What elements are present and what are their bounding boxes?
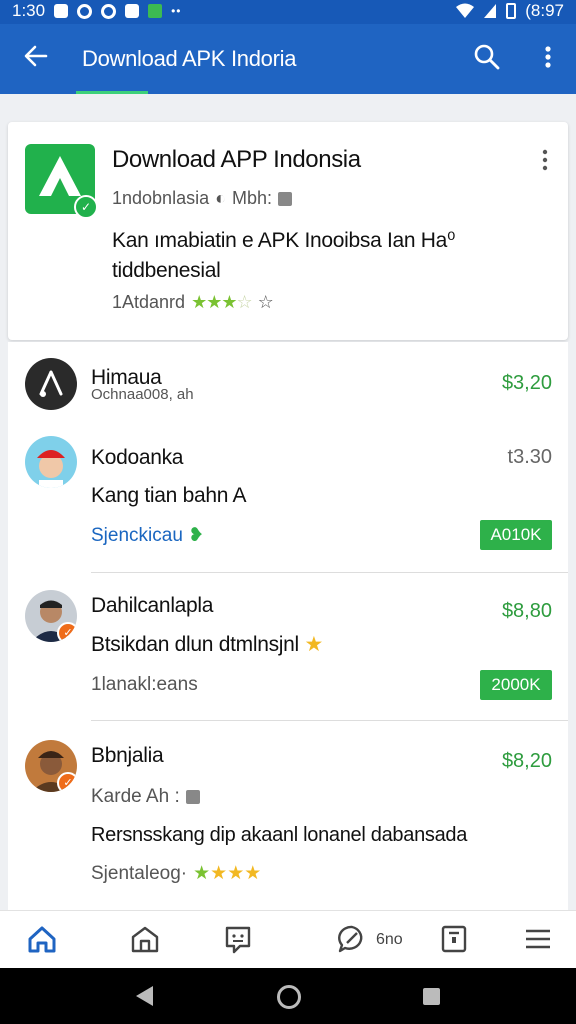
price: $8,80 [501,600,552,622]
star-icon: ★ [304,633,323,656]
signal-icon [484,4,497,18]
reviewer-subtitle: Ochnaa008, ah [91,386,194,403]
chat-icon[interactable] [336,923,368,955]
bottom-navigation: 6no [0,910,576,969]
app-bar: Download APK Indoria [0,24,576,94]
more-notifications-icon: •• [171,4,182,18]
avatar-dark-logo [25,358,77,410]
app-name: Download APP Indonsia [112,146,361,173]
review-link-label: Sjenckicau [91,525,183,546]
divider [91,572,568,573]
divider [91,720,568,721]
notification-ring-icon [101,3,117,19]
rating-stars-icon: ★★★☆ [191,292,253,312]
notification-image-icon [54,4,69,18]
review-meta-left: Karde Ah : [91,786,180,807]
rating-stars-icon: ★★★★ [193,863,262,884]
price: $8,20 [501,750,552,772]
system-navigation-bar [0,968,576,1024]
status-time: 1:30 [12,1,46,20]
app-meta: 1ndobnlasia ◐ Mbh: [112,188,292,209]
chat-label: 6no [376,931,403,948]
review-link[interactable]: Sjenckicau ❥ [91,524,204,547]
app-description: Kan ımabiatin e APK Inooibsa Ian Ha⁰ tid… [112,229,456,282]
bookmark-icon[interactable] [438,923,470,955]
list-item[interactable]: Himaua Ochnaa008, ah $3,20 [8,342,568,422]
meta-image-icon [185,790,200,804]
review-text: Kang tian bahn A [91,484,247,507]
verified-check-icon: ✓ [74,195,98,219]
reviewer-name: Bbnjalia [91,744,164,767]
more-vert-icon[interactable] [538,42,558,72]
list-item[interactable]: ✓ Dahilcanlapla $8,80 Btsikdan dlun dtml… [8,574,568,722]
active-tab-indicator [76,91,148,94]
system-home-icon[interactable] [277,985,301,1009]
avatar-man-suit: ✓ [25,590,77,642]
reviewer-name: Kodoanka [91,446,184,469]
badge-check-icon: ✓ [57,772,77,792]
review-footer-label: Sjentaleog· [91,862,188,884]
messages-icon[interactable] [222,923,254,955]
list-item[interactable]: Kodoanka t3.30 Kang tian bahn A Sjenckic… [8,422,568,574]
app-size: Mbh: [231,188,272,208]
meta-globe-icon: ◐ [215,188,226,208]
avatar-man-orange: ✓ [25,740,77,792]
back-arrow-icon[interactable] [22,42,50,70]
system-recents-icon[interactable] [423,988,440,1005]
review-text: Rersnsskang dip akaanl lonanel dabansada [91,824,468,846]
card-more-icon[interactable] [540,148,550,172]
price: t3.30 [507,446,552,468]
price: $3,20 [501,372,552,394]
meta-image-icon [278,191,292,206]
review-text-content: Btsikdan dlun dtmlnsjnl [91,633,299,656]
wifi-icon [456,3,475,18]
list-item[interactable]: ✓ Bbnjalia $8,20 Karde Ah : Rersnsskang … [8,722,568,910]
rate-star-outline-icon[interactable]: ☆ [258,292,274,313]
page-title: Download APK Indoria [82,46,297,71]
review-meta: Karde Ah : [91,786,200,808]
store-icon[interactable] [129,923,161,955]
review-text: Btsikdan dlun dtmlnsjnl ★ [91,632,323,657]
app-developer: 1ndobnlasia [112,188,210,208]
action-button[interactable]: A010K [480,520,552,550]
avatar-man-red-hat [25,436,77,488]
notification-mail-icon [125,4,140,18]
system-back-icon[interactable] [136,986,153,1006]
app-rating: 1Atdanrd ★★★☆ ☆ [112,292,274,313]
battery-icon [506,3,517,19]
review-footer: Sjentaleog· ★★★★ [91,862,261,885]
review-list: Himaua Ochnaa008, ah $3,20 Kodoanka t3.3… [8,342,568,910]
home-icon[interactable] [26,923,58,955]
rating-label: 1Atdanrd [112,292,186,312]
status-bar: 1:30 •• (8:97 [0,0,576,24]
reviewer-name: Dahilcanlapla [91,594,214,617]
action-button[interactable]: 2000K [480,670,552,700]
battery-text: (8:97 [525,1,564,20]
heart-badge-icon: ❥ [188,525,205,546]
notification-circle-icon [77,3,93,19]
menu-icon[interactable] [522,923,554,955]
review-meta: 1lanakl:eans [91,674,198,695]
badge-check-icon: ✓ [57,622,77,642]
featured-app-card[interactable]: ✓ Download APP Indonsia 1ndobnlasia ◐ Mb… [8,122,568,340]
notification-app-icon [148,4,163,18]
search-icon[interactable] [472,42,502,72]
